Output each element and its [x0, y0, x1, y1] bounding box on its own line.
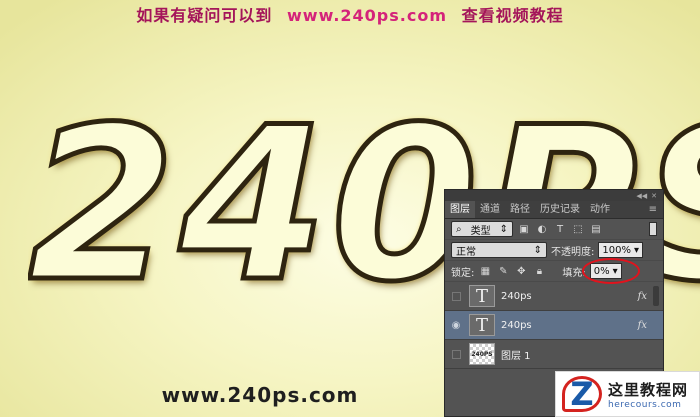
select-arrows-icon: ⇕ — [533, 244, 542, 256]
canvas-watermark: www.240ps.com — [161, 383, 359, 407]
visibility-toggle[interactable] — [449, 289, 463, 303]
filter-pixel-icon[interactable]: ▣ — [517, 222, 531, 236]
panel-menu-icon[interactable]: ≡ — [643, 201, 663, 218]
filter-type-icon[interactable]: T — [553, 222, 567, 236]
opacity-field[interactable]: 100% ▾ — [598, 242, 643, 258]
panel-title-bar: ◀◀ ✕ — [445, 190, 663, 201]
lock-brush-icon[interactable]: ✎ — [496, 264, 510, 278]
filter-adjustment-icon[interactable]: ◐ — [535, 222, 549, 236]
fill-control: 0% ▾ — [581, 258, 640, 284]
blend-row: 正常 ⇕ 不透明度: 100% ▾ — [445, 240, 663, 261]
logo-domain: herecours.com — [608, 399, 682, 410]
lock-transparency-icon[interactable]: ▦ — [478, 264, 492, 278]
top-banner: 如果有疑问可以到 www.240ps.com 查看视频教程 — [0, 2, 700, 26]
image-layer-thumbnail: 240PS — [469, 343, 495, 365]
layer-name[interactable]: 图层 1 — [501, 347, 531, 362]
filter-smart-object-icon[interactable]: ▤ — [589, 222, 603, 236]
lock-row: 锁定: ▦ ✎ ✥ 🔒︎ 填充: 0% ▾ — [445, 258, 663, 284]
close-panel-icon[interactable]: ✕ — [651, 192, 657, 200]
lock-label: 锁定: — [451, 267, 475, 279]
filter-shape-icon[interactable]: ⬚ — [571, 222, 585, 236]
eye-icon[interactable]: ◉ — [449, 318, 463, 332]
lock-move-icon[interactable]: ✥ — [514, 264, 528, 278]
layer-name[interactable]: 240ps — [501, 320, 532, 331]
hidden-box-icon — [451, 349, 461, 359]
tab-layers[interactable]: 图层 — [445, 201, 475, 218]
logo-mark: Z — [562, 375, 602, 413]
filter-row: ⌕ 类型 ⇕ ▣ ◐ T ⬚ ▤ — [445, 219, 663, 240]
text-layer-thumbnail: T — [469, 314, 495, 336]
visibility-toggle[interactable] — [449, 347, 463, 361]
chevron-down-icon[interactable]: ▾ — [634, 245, 639, 256]
filter-kind-label: 类型 — [470, 225, 491, 237]
collapse-icon[interactable]: ◀◀ — [636, 192, 647, 200]
logo-name: 这里教程网 — [608, 380, 689, 399]
site-logo[interactable]: Z 这里教程网 herecours.com — [555, 371, 700, 417]
layer-row-selected[interactable]: ◉ T 240ps fx — [445, 311, 663, 340]
banner-left-text: 如果有疑问可以到 — [136, 6, 273, 25]
lock-all-icon[interactable]: 🔒︎ — [532, 264, 546, 278]
layer-row[interactable]: T 240ps fx — [445, 282, 663, 311]
filter-toggle[interactable] — [649, 222, 657, 236]
scrollbar[interactable] — [653, 286, 659, 306]
banner-right-text: 查看视频教程 — [461, 6, 564, 25]
panel-tabs: 图层 通道 路径 历史记录 动作 ≡ — [445, 201, 663, 219]
banner-url[interactable]: www.240ps.com — [287, 6, 447, 25]
search-icon: ⌕ — [456, 223, 462, 235]
filter-kind-select[interactable]: ⌕ 类型 ⇕ — [451, 221, 513, 237]
layer-name[interactable]: 240ps — [501, 291, 532, 302]
tab-actions[interactable]: 动作 — [585, 201, 615, 218]
fill-highlight-circle — [581, 258, 640, 284]
blend-mode-select[interactable]: 正常 ⇕ — [451, 242, 547, 258]
opacity-label: 不透明度: — [551, 246, 595, 258]
fx-icon[interactable]: fx — [638, 320, 647, 331]
layer-row[interactable]: 240PS 图层 1 — [445, 340, 663, 369]
hidden-box-icon — [451, 291, 461, 301]
fx-icon[interactable]: fx — [638, 291, 647, 302]
tab-paths[interactable]: 路径 — [505, 201, 535, 218]
tab-channels[interactable]: 通道 — [475, 201, 505, 218]
opacity-value: 100% — [602, 244, 631, 256]
blend-mode-value: 正常 — [456, 246, 476, 258]
logo-text: 这里教程网 herecours.com — [608, 379, 688, 410]
text-layer-thumbnail: T — [469, 285, 495, 307]
select-arrows-icon: ⇕ — [499, 223, 508, 235]
tab-history[interactable]: 历史记录 — [535, 201, 585, 218]
